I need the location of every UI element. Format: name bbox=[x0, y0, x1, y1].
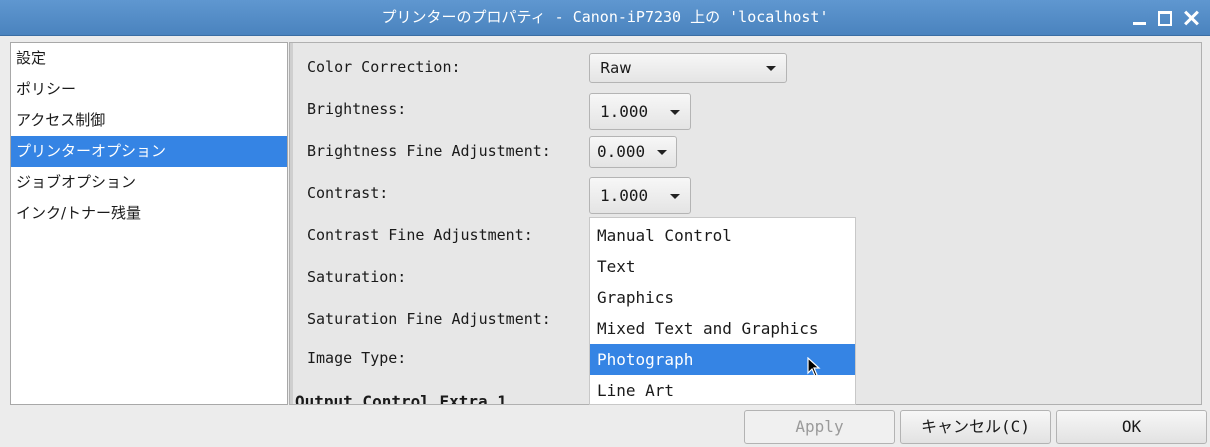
mouse-cursor-icon bbox=[807, 357, 821, 377]
panel-frame bbox=[290, 43, 293, 404]
contrast-select[interactable]: 1.000 bbox=[589, 177, 691, 214]
chevron-down-icon bbox=[657, 150, 667, 155]
apply-button[interactable]: Apply bbox=[744, 410, 895, 444]
color-correction-label: Color Correction: bbox=[307, 58, 461, 76]
image-type-option[interactable]: Graphics bbox=[590, 282, 855, 313]
saturation-fine-label: Saturation Fine Adjustment: bbox=[307, 310, 551, 328]
close-icon[interactable] bbox=[1183, 10, 1199, 26]
image-type-label: Image Type: bbox=[307, 349, 407, 367]
brightness-fine-label: Brightness Fine Adjustment: bbox=[307, 142, 551, 160]
saturation-label: Saturation: bbox=[307, 268, 407, 286]
sidebar-item-settings[interactable]: 設定 bbox=[11, 43, 287, 74]
window-title: プリンターのプロパティ - Canon-iP7230 上の 'localhost… bbox=[381, 8, 829, 26]
cancel-button[interactable]: キャンセル(C) bbox=[900, 410, 1051, 444]
sidebar-item-job-options[interactable]: ジョブオプション bbox=[11, 167, 287, 198]
ok-button[interactable]: OK bbox=[1056, 410, 1207, 444]
sidebar-item-ink-toner-levels[interactable]: インク/トナー残量 bbox=[11, 198, 287, 229]
brightness-fine-select[interactable]: 0.000 bbox=[589, 136, 677, 168]
brightness-fine-value: 0.000 bbox=[597, 142, 646, 161]
sidebar-item-access-control[interactable]: アクセス制御 bbox=[11, 105, 287, 136]
minimize-icon[interactable] bbox=[1132, 10, 1148, 26]
sidebar-item-policies[interactable]: ポリシー bbox=[11, 74, 287, 105]
sidebar-item-printer-options[interactable]: プリンターオプション bbox=[11, 136, 287, 167]
image-type-option[interactable]: Text bbox=[590, 251, 855, 282]
brightness-select[interactable]: 1.000 bbox=[589, 93, 691, 130]
contrast-fine-label: Contrast Fine Adjustment: bbox=[307, 226, 533, 244]
color-correction-value: Raw bbox=[600, 59, 632, 77]
window-titlebar[interactable]: プリンターのプロパティ - Canon-iP7230 上の 'localhost… bbox=[0, 0, 1210, 36]
contrast-value: 1.000 bbox=[600, 186, 649, 205]
maximize-icon[interactable] bbox=[1157, 10, 1173, 26]
contrast-label: Contrast: bbox=[307, 184, 389, 202]
brightness-value: 1.000 bbox=[600, 102, 649, 121]
image-type-option[interactable]: Line Art bbox=[590, 375, 855, 406]
chevron-down-icon bbox=[766, 66, 776, 71]
image-type-option[interactable]: Mixed Text and Graphics bbox=[590, 313, 855, 344]
color-correction-select[interactable]: Raw bbox=[589, 53, 787, 83]
sidebar: 設定 ポリシー アクセス制御 プリンターオプション ジョブオプション インク/ト… bbox=[10, 42, 288, 405]
chevron-down-icon bbox=[670, 194, 680, 199]
brightness-label: Brightness: bbox=[307, 100, 407, 118]
chevron-down-icon bbox=[670, 110, 680, 115]
output-control-section-title: Output Control Extra 1 bbox=[295, 392, 507, 405]
image-type-option[interactable]: Manual Control bbox=[590, 220, 855, 251]
